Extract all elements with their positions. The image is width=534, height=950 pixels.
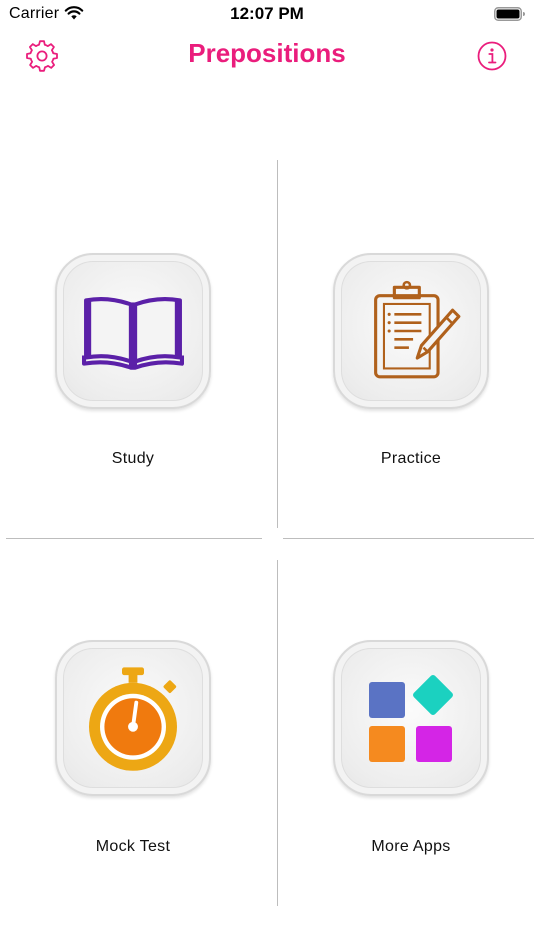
grid-divider-vertical-bottom: [277, 560, 278, 906]
grid-divider-vertical-top: [277, 160, 278, 528]
practice-tile-icon-frame: [333, 253, 489, 409]
more-apps-tile-icon-frame: [333, 640, 489, 796]
app-screen: Carrier 12:07 PM Prepositions Study Prac…: [0, 0, 534, 950]
practice-label: Practice: [380, 450, 442, 467]
mock-test-tile-icon-frame: [55, 640, 211, 796]
grid-divider-horizontal-left: [6, 538, 262, 539]
study-label: Study: [111, 450, 155, 467]
study-tile[interactable]: Study: [8, 180, 258, 520]
info-button[interactable]: [476, 40, 508, 72]
app-grid-icon: [369, 675, 453, 762]
battery-icon: [494, 7, 525, 21]
status-time: 12:07 PM: [230, 4, 304, 23]
practice-tile[interactable]: Practice: [286, 180, 534, 520]
open-book-icon: [82, 297, 184, 370]
mock-test-tile[interactable]: Mock Test: [8, 568, 258, 908]
more-apps-label: More Apps: [371, 838, 451, 855]
stopwatch-icon: [89, 667, 177, 771]
info-circle-icon: [477, 41, 507, 71]
status-bar: Carrier 12:07 PM: [0, 0, 534, 28]
more-apps-tile[interactable]: More Apps: [286, 568, 534, 908]
study-tile-icon-frame: [55, 253, 211, 409]
navigation-bar: Prepositions: [0, 28, 534, 82]
page-title: Prepositions: [188, 38, 346, 68]
mock-test-label: Mock Test: [95, 838, 171, 855]
grid-divider-horizontal-right: [283, 538, 534, 539]
clipboard-pen-icon: [374, 280, 461, 379]
